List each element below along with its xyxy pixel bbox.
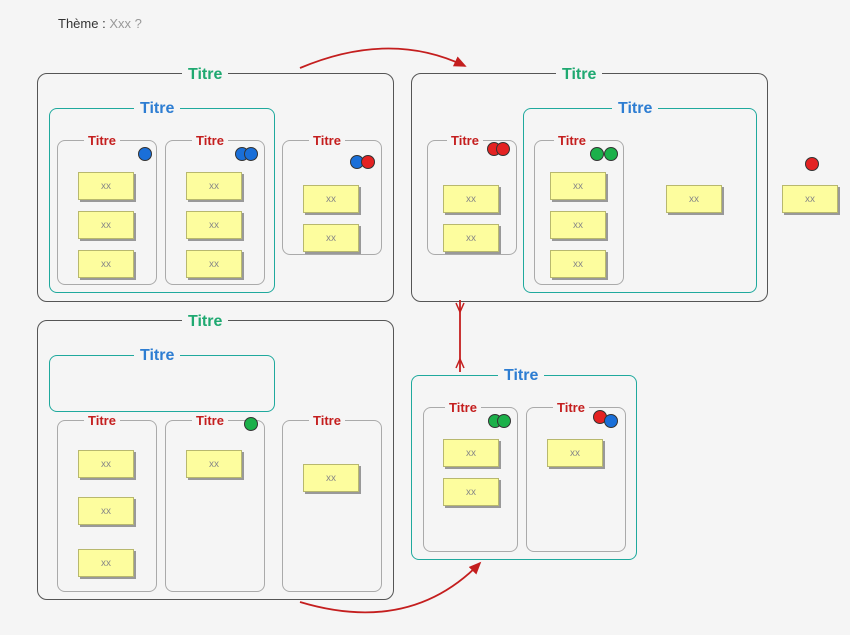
red-dot-icon bbox=[805, 157, 819, 171]
sticky-note: xx bbox=[782, 185, 838, 213]
sticky-note: xx bbox=[303, 464, 359, 492]
theme-value-text: Xxx ? bbox=[109, 16, 142, 31]
sticky-note: xx bbox=[443, 478, 499, 506]
card-title: Titre bbox=[447, 133, 483, 148]
teal-title-bottom-left: Titre bbox=[134, 347, 180, 365]
card-title: Titre bbox=[192, 413, 228, 428]
sticky-note: xx bbox=[186, 450, 242, 478]
sticky-note: xx bbox=[78, 172, 134, 200]
green-dot-icon bbox=[497, 414, 511, 428]
sticky-note: xx bbox=[186, 250, 242, 278]
sticky-note: xx bbox=[186, 172, 242, 200]
card-title: Titre bbox=[554, 133, 590, 148]
green-dot-icon bbox=[590, 147, 604, 161]
card-title: Titre bbox=[553, 400, 589, 415]
teal-title-top-left: Titre bbox=[134, 100, 180, 118]
sticky-note: xx bbox=[186, 211, 242, 239]
red-dot-icon bbox=[361, 155, 375, 169]
sticky-note: xx bbox=[443, 224, 499, 252]
sticky-note: xx bbox=[550, 172, 606, 200]
sticky-note: xx bbox=[78, 450, 134, 478]
blue-dot-icon bbox=[604, 414, 618, 428]
green-dot-icon bbox=[244, 417, 258, 431]
sticky-note: xx bbox=[78, 211, 134, 239]
group-title-bottom-left: Titre bbox=[182, 313, 228, 331]
sticky-note: xx bbox=[78, 497, 134, 525]
theme-label-text: Thème : bbox=[58, 16, 106, 31]
sticky-note: xx bbox=[443, 185, 499, 213]
sticky-note: xx bbox=[666, 185, 722, 213]
sticky-note: xx bbox=[443, 439, 499, 467]
card-box bbox=[282, 420, 382, 592]
card-title: Titre bbox=[445, 400, 481, 415]
sticky-note: xx bbox=[78, 250, 134, 278]
red-dot-icon bbox=[496, 142, 510, 156]
teal-title-top-right: Titre bbox=[612, 100, 658, 118]
card-title: Titre bbox=[309, 133, 345, 148]
sticky-note: xx bbox=[550, 211, 606, 239]
theme-label: Thème : Xxx ? bbox=[58, 16, 142, 31]
card-title: Titre bbox=[84, 413, 120, 428]
sticky-note: xx bbox=[547, 439, 603, 467]
card-title: Titre bbox=[192, 133, 228, 148]
sticky-note: xx bbox=[550, 250, 606, 278]
teal-title-bottom-right: Titre bbox=[498, 367, 544, 385]
group-title-top-left: Titre bbox=[182, 66, 228, 84]
card-box bbox=[165, 420, 265, 592]
card-title: Titre bbox=[309, 413, 345, 428]
blue-dot-icon bbox=[138, 147, 152, 161]
sticky-note: xx bbox=[78, 549, 134, 577]
blue-dot-icon bbox=[244, 147, 258, 161]
card-title: Titre bbox=[84, 133, 120, 148]
card-box bbox=[526, 407, 626, 552]
sticky-note: xx bbox=[303, 224, 359, 252]
group-title-top-right: Titre bbox=[556, 66, 602, 84]
green-dot-icon bbox=[604, 147, 618, 161]
sticky-note: xx bbox=[303, 185, 359, 213]
